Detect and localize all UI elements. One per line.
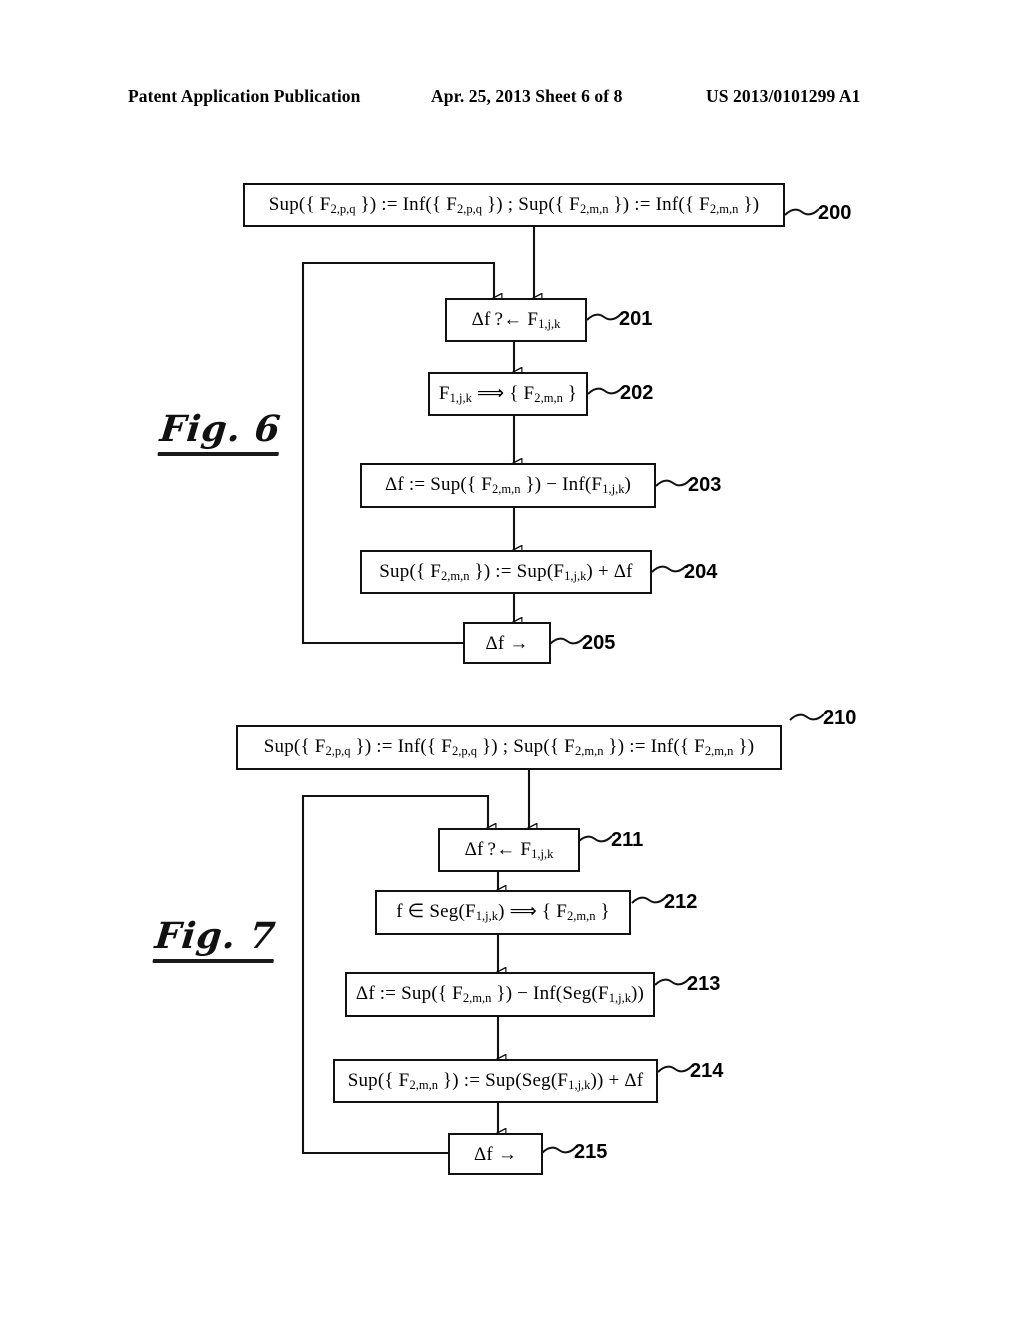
header-date-sheet: Apr. 25, 2013 Sheet 6 of 8: [431, 86, 623, 106]
figure-6-node-200-text: Sup({ F2,p,q }) := Inf({ F2,p,q }) ; Sup…: [268, 193, 760, 216]
page-header: Patent Application Publication Apr. 25, …: [128, 86, 896, 112]
figure-6-node-205-text: Δf →: [485, 632, 529, 654]
figure-7-node-214: Sup({ F2,m,n }) := Sup(Seg(F1,j,k)) + Δf: [333, 1059, 658, 1103]
header-publication-number: US 2013/0101299 A1: [706, 86, 861, 106]
figure-6-caption-text: Fig. 6: [158, 408, 284, 450]
figure-7-ref-213: 213: [687, 973, 721, 995]
figure-7-ref-211: 211: [611, 829, 644, 851]
figure-7-node-213: Δf := Sup({ F2,m,n }) − Inf(Seg(F1,j,k)): [345, 972, 655, 1017]
figure-7-ref-215: 215: [574, 1141, 608, 1163]
figure-7-node-215-text: Δf →: [473, 1143, 518, 1165]
figure-6-node-205: Δf →: [463, 622, 551, 664]
figure-6-node-201: Δf ?← F1,j,k: [445, 298, 587, 342]
figure-6-ref-202: 202: [620, 382, 654, 404]
figure-6-node-204: Sup({ F2,m,n }) := Sup(F1,j,k) + Δf: [360, 550, 652, 594]
figure-6-ref-205: 205: [582, 632, 616, 654]
figure-7-ref-214: 214: [690, 1060, 724, 1082]
figure-7: Fig. 7 Sup({ F2,p,q }) := Inf({ F2,p,q }…: [0, 675, 1024, 1215]
figure-7-caption: Fig. 7: [152, 915, 278, 963]
figure-7-ref-212: 212: [664, 891, 698, 913]
figure-6: Fig. 6 Sup({ F2,p,q }) := Inf({ F2,p,q }…: [0, 150, 1024, 680]
figure-7-caption-text: Fig. 7: [153, 915, 279, 957]
figure-7-node-211-text: Δf ?← F1,j,k: [464, 838, 554, 861]
figure-6-node-203: Δf := Sup({ F2,m,n }) − Inf(F1,j,k): [360, 463, 656, 508]
figure-6-node-200: Sup({ F2,p,q }) := Inf({ F2,p,q }) ; Sup…: [243, 183, 785, 227]
figure-6-node-202: F1,j,k ⟹ { F2,m,n }: [428, 372, 588, 416]
figure-7-node-210: Sup({ F2,p,q }) := Inf({ F2,p,q }) ; Sup…: [236, 725, 782, 770]
figure-6-node-204-text: Sup({ F2,m,n }) := Sup(F1,j,k) + Δf: [379, 560, 633, 583]
figure-6-node-203-text: Δf := Sup({ F2,m,n }) − Inf(F1,j,k): [384, 474, 631, 497]
figure-7-node-210-text: Sup({ F2,p,q }) := Inf({ F2,p,q }) ; Sup…: [263, 736, 755, 759]
figure-6-ref-203: 203: [688, 474, 722, 496]
figure-6-ref-204: 204: [684, 561, 718, 583]
figure-7-node-211: Δf ?← F1,j,k: [438, 828, 580, 872]
header-publication-label: Patent Application Publication: [128, 86, 361, 106]
figure-7-node-212: f ∈ Seg(F1,j,k) ⟹ { F2,m,n }: [375, 890, 631, 935]
figure-7-node-212-text: f ∈ Seg(F1,j,k) ⟹ { F2,m,n }: [396, 901, 610, 924]
figure-7-node-213-text: Δf := Sup({ F2,m,n }) − Inf(Seg(F1,j,k)): [355, 983, 645, 1006]
figure-6-node-201-text: Δf ?← F1,j,k: [471, 308, 561, 331]
figure-6-caption: Fig. 6: [157, 408, 283, 456]
figure-6-node-202-text: F1,j,k ⟹ { F2,m,n }: [438, 382, 578, 405]
figure-7-ref-210: 210: [823, 707, 857, 729]
figure-6-caption-underline: [157, 452, 279, 456]
figure-7-caption-underline: [152, 959, 274, 963]
figure-6-ref-201: 201: [619, 308, 653, 330]
figure-7-node-215: Δf →: [448, 1133, 543, 1175]
figure-7-node-214-text: Sup({ F2,m,n }) := Sup(Seg(F1,j,k)) + Δf: [347, 1069, 644, 1092]
figure-6-ref-200: 200: [818, 202, 852, 224]
